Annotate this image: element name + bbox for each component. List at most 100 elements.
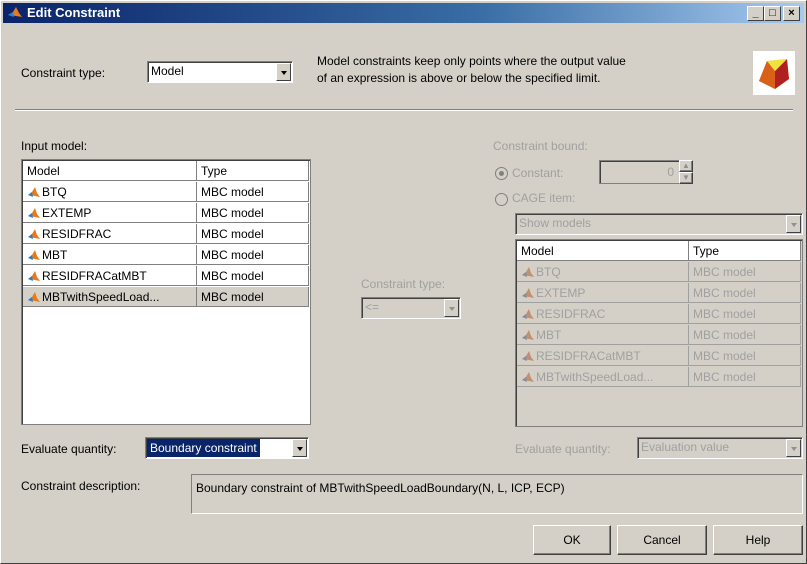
input-model-table[interactable]: Model Type BTQ MBC model EXTEMP MBC mode… [21, 159, 311, 425]
model-icon [522, 266, 534, 277]
column-header-model[interactable]: Model [517, 241, 689, 261]
table-row[interactable]: RESIDFRAC MBC model [23, 224, 309, 245]
chevron-down-icon [276, 63, 291, 81]
constraint-description-text: Boundary constraint of MBTwithSpeedLoadB… [196, 481, 565, 495]
middle-constraint-type-label: Constraint type: [361, 277, 446, 291]
table-row[interactable]: MBT MBC model [23, 245, 309, 266]
table-row[interactable]: EXTEMP MBC model [23, 203, 309, 224]
constant-label: Constant: [512, 166, 564, 180]
model-name: MBT [536, 328, 562, 342]
chevron-down-icon [292, 439, 307, 457]
constant-spinner[interactable]: ▲ ▼ [679, 160, 693, 184]
constant-input[interactable]: 0 [599, 160, 681, 184]
model-cell: EXTEMP [23, 203, 197, 223]
model-name: EXTEMP [536, 286, 586, 300]
type-cell: MBC model [197, 203, 309, 223]
table-row[interactable]: RESIDFRACatMBT MBC model [517, 346, 801, 367]
model-icon [522, 350, 534, 361]
constraint-description-label: Constraint description: [21, 479, 141, 493]
model-name: BTQ [42, 185, 67, 199]
model-name: MBTwithSpeedLoad... [42, 290, 160, 304]
type-cell: MBC model [689, 367, 801, 387]
type-cell: MBC model [689, 325, 801, 345]
model-cell: RESIDFRAC [517, 304, 689, 324]
operator-dropdown[interactable]: <= [361, 297, 461, 319]
title-bar[interactable]: Edit Constraint _ □ × [3, 3, 804, 23]
type-cell: MBC model [197, 287, 309, 307]
constraint-description-box: Boundary constraint of MBTwithSpeedLoadB… [191, 474, 803, 514]
type-cell: MBC model [197, 245, 309, 265]
cage-model-table[interactable]: Model Type BTQ MBC model EXTEMP MBC mode… [515, 239, 803, 427]
chevron-down-icon [786, 439, 801, 457]
table-row[interactable]: MBTwithSpeedLoad... MBC model [517, 367, 801, 388]
model-icon [28, 291, 40, 302]
model-name: RESIDFRAC [42, 227, 112, 241]
model-name: MBTwithSpeedLoad... [536, 370, 654, 384]
model-icon [522, 308, 534, 319]
model-icon [28, 186, 40, 197]
model-icon [522, 287, 534, 298]
minimize-button[interactable]: _ [747, 6, 764, 21]
model-cell: MBTwithSpeedLoad... [23, 287, 197, 307]
table-header: Model Type [517, 241, 801, 262]
model-cell: RESIDFRACatMBT [517, 346, 689, 366]
model-cell: RESIDFRACatMBT [23, 266, 197, 286]
chevron-down-icon [786, 215, 801, 233]
table-row[interactable]: RESIDFRACatMBT MBC model [23, 266, 309, 287]
edit-constraint-window: Edit Constraint _ □ × Constraint type: M… [0, 0, 807, 564]
maximize-button[interactable]: □ [764, 6, 781, 21]
table-row[interactable]: BTQ MBC model [517, 262, 801, 283]
table-row[interactable]: BTQ MBC model [23, 182, 309, 203]
evaluate-quantity-value: Boundary constraint [147, 439, 260, 457]
constraint-type-label: Constraint type: [21, 66, 106, 80]
model-icon [28, 270, 40, 281]
constraint-type-value: Model [151, 64, 184, 78]
type-cell: MBC model [689, 262, 801, 282]
model-icon [522, 329, 534, 340]
cage-item-label: CAGE item: [512, 191, 576, 205]
table-row[interactable]: MBT MBC model [517, 325, 801, 346]
column-header-model[interactable]: Model [23, 161, 197, 181]
ok-button[interactable]: OK [533, 525, 611, 555]
info-text-line-2: of an expression is above or below the s… [317, 71, 601, 85]
close-button[interactable]: × [783, 6, 800, 21]
show-models-dropdown[interactable]: Show models [515, 213, 803, 235]
show-models-value: Show models [519, 216, 592, 230]
matlab-logo-icon [8, 7, 22, 17]
model-cell: BTQ [517, 262, 689, 282]
table-row-selected[interactable]: MBTwithSpeedLoad... MBC model [23, 287, 309, 308]
table-row[interactable]: EXTEMP MBC model [517, 283, 801, 304]
model-cell: MBTwithSpeedLoad... [517, 367, 689, 387]
chevron-down-icon [444, 299, 459, 317]
spin-up-icon[interactable]: ▲ [679, 160, 693, 172]
cage-item-radio[interactable] [495, 193, 508, 206]
cancel-button[interactable]: Cancel [617, 525, 707, 555]
evaluate-quantity-dropdown[interactable]: Boundary constraint [145, 437, 309, 459]
info-text-line-1: Model constraints keep only points where… [317, 54, 626, 68]
constant-radio[interactable] [495, 167, 508, 180]
constraint-type-dropdown[interactable]: Model [147, 61, 293, 83]
model-name: BTQ [536, 265, 561, 279]
column-header-type[interactable]: Type [689, 241, 801, 261]
model-name: MBT [42, 248, 68, 262]
help-button[interactable]: Help [713, 525, 803, 555]
operator-value: <= [365, 300, 380, 314]
type-cell: MBC model [197, 224, 309, 244]
type-cell: MBC model [197, 266, 309, 286]
model-cell: MBT [517, 325, 689, 345]
header-separator [15, 109, 793, 111]
model-cell: MBT [23, 245, 197, 265]
model-icon [28, 228, 40, 239]
model-name: RESIDFRACatMBT [536, 349, 641, 363]
column-header-type[interactable]: Type [197, 161, 309, 181]
model-cell: RESIDFRAC [23, 224, 197, 244]
bound-evaluate-quantity-dropdown[interactable]: Evaluation value [637, 437, 803, 459]
constraint-bound-label: Constraint bound: [493, 139, 588, 153]
model-name: EXTEMP [42, 206, 92, 220]
input-model-label: Input model: [21, 139, 88, 153]
model-cell: BTQ [23, 182, 197, 202]
type-cell: MBC model [689, 283, 801, 303]
model-cell: EXTEMP [517, 283, 689, 303]
spin-down-icon[interactable]: ▼ [679, 172, 693, 184]
table-row[interactable]: RESIDFRAC MBC model [517, 304, 801, 325]
